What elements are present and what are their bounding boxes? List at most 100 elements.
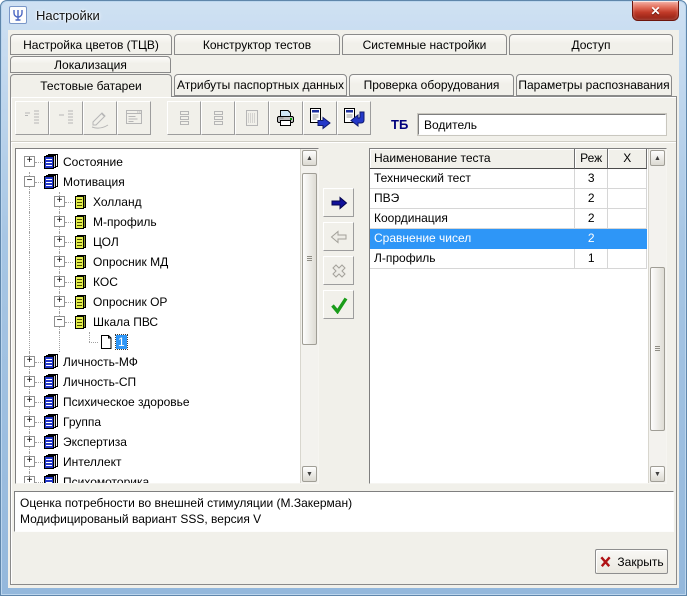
confirm-button[interactable]	[323, 290, 354, 319]
table-row[interactable]: Координация2	[370, 209, 647, 229]
expand-toggle-icon[interactable]: +	[24, 416, 35, 427]
tree-item-label[interactable]: Мотивация	[61, 175, 127, 189]
table-row[interactable]: Л-профиль1	[370, 249, 647, 269]
tree-item-label[interactable]: Интеллект	[61, 455, 123, 469]
tree-item[interactable]: + Личность-СП	[16, 372, 299, 392]
column-header[interactable]: Реж	[575, 149, 609, 169]
tree-item[interactable]: + Экспертиза	[16, 432, 299, 452]
tree-item-label[interactable]: Психическое здоровье	[61, 395, 192, 409]
scroll-down-icon[interactable]: ▼	[302, 466, 317, 482]
expand-toggle-icon[interactable]: +	[54, 216, 65, 227]
tab[interactable]: Проверка оборудования	[349, 74, 514, 96]
tree-item[interactable]: + Опросник ОР	[16, 292, 299, 312]
tab-active[interactable]: Тестовые батареи	[10, 74, 172, 97]
tree-item[interactable]: − Шкала ПВС	[16, 312, 299, 332]
tree-item[interactable]: + Опросник МД	[16, 252, 299, 272]
tab[interactable]: Настройка цветов (ТЦВ)	[10, 34, 172, 55]
tab[interactable]: Атрибуты паспортных данных	[174, 74, 347, 96]
expand-toggle-icon[interactable]: +	[24, 396, 35, 407]
title-bar: Настройки ✕	[0, 0, 687, 30]
tree-guide-line	[29, 312, 30, 332]
tree-item-label[interactable]: Группа	[61, 415, 103, 429]
tree-guide-line	[59, 332, 60, 352]
tree-item[interactable]: + КОС	[16, 272, 299, 292]
expand-toggle-icon[interactable]: +	[54, 296, 65, 307]
move-right-button[interactable]	[323, 188, 354, 217]
battery-icon	[73, 314, 89, 330]
tree-item-label[interactable]: М-профиль	[91, 215, 159, 229]
collapse-toggle-icon[interactable]: −	[24, 176, 35, 187]
tab[interactable]: Доступ	[509, 34, 673, 55]
expand-toggle-icon[interactable]: +	[54, 276, 65, 287]
window-close-button[interactable]: ✕	[632, 1, 679, 21]
expand-toggle-icon[interactable]: +	[24, 456, 35, 467]
settings-window: Настройки ✕ Настройка цветов (ТЦВ)Констр…	[0, 0, 687, 596]
window-title: Настройки	[36, 8, 100, 23]
tree-item-label[interactable]: Психомоторика	[61, 475, 151, 484]
tree-guide-line	[89, 342, 98, 343]
tree-guide-line	[29, 332, 30, 352]
tree-item[interactable]: − Мотивация	[16, 172, 299, 192]
scroll-up-icon[interactable]: ▲	[650, 150, 665, 166]
scroll-up-icon[interactable]: ▲	[302, 150, 317, 166]
tree-item-label[interactable]: Шкала ПВС	[91, 315, 160, 329]
tree-item-label[interactable]: Холланд	[91, 195, 144, 209]
expand-toggle-icon[interactable]: +	[54, 236, 65, 247]
expand-toggle-icon[interactable]: +	[24, 376, 35, 387]
expand-toggle-icon[interactable]: +	[24, 476, 35, 484]
tree-item-label[interactable]: Состояние	[61, 155, 125, 169]
tree-item-label[interactable]: Опросник ОР	[91, 295, 169, 309]
tab[interactable]: Конструктор тестов	[174, 34, 340, 55]
tree-item-label[interactable]: Экспертиза	[61, 435, 129, 449]
tree-scrollbar[interactable]: ▲▼	[300, 149, 318, 483]
expand-toggle-icon[interactable]: +	[24, 436, 35, 447]
tree-guide-line	[65, 202, 73, 203]
tree-item-label[interactable]: Личность-СП	[61, 375, 138, 389]
tab-row-2: Локализация	[10, 56, 171, 73]
table-scrollbar[interactable]: ▲▼	[648, 149, 666, 483]
tree-guide-line	[35, 422, 43, 423]
tree-item[interactable]: + Интеллект	[16, 452, 299, 472]
tree-item[interactable]: + Группа	[16, 412, 299, 432]
tab[interactable]: Системные настройки	[342, 34, 507, 55]
tree-guide-line	[35, 182, 43, 183]
tree-item[interactable]: + Личность-МФ	[16, 352, 299, 372]
tree-item-label[interactable]: КОС	[91, 275, 120, 289]
tree-item[interactable]: + Психомоторика	[16, 472, 299, 484]
expand-toggle-icon[interactable]: +	[24, 156, 35, 167]
tree-item[interactable]: 1	[16, 332, 299, 352]
export-button[interactable]	[303, 101, 337, 135]
print-button[interactable]	[269, 101, 303, 135]
close-button[interactable]: Закрыть	[595, 549, 668, 574]
tab[interactable]: Локализация	[10, 56, 171, 73]
tree-item[interactable]: + М-профиль	[16, 212, 299, 232]
tree-item[interactable]: + Холланд	[16, 192, 299, 212]
tree-item[interactable]: + ЦОЛ	[16, 232, 299, 252]
scrollbar-thumb[interactable]	[302, 173, 317, 345]
tree-guide-line	[89, 332, 90, 342]
table-row[interactable]: Технический тест3	[370, 169, 647, 189]
grid-icon	[241, 107, 263, 129]
scrollbar-thumb[interactable]	[650, 267, 665, 431]
expand-toggle-icon[interactable]: +	[24, 356, 35, 367]
table-row-selected[interactable]: Сравнение чисел2	[370, 229, 647, 249]
tree-item-label[interactable]: Личность-МФ	[61, 355, 140, 369]
tree-item-label[interactable]: Опросник МД	[91, 255, 170, 269]
tree-item-label[interactable]: ЦОЛ	[91, 235, 121, 249]
column-header[interactable]: X	[608, 149, 647, 169]
table-row[interactable]: ПВЭ2	[370, 189, 647, 209]
close-button-label: Закрыть	[617, 555, 663, 569]
expand-toggle-icon[interactable]: +	[54, 256, 65, 267]
tab[interactable]: Параметры распознавания	[516, 74, 672, 96]
battery-name-input[interactable]	[418, 114, 666, 135]
tree-item[interactable]: + Психическое здоровье	[16, 392, 299, 412]
column-header[interactable]: Наименование теста	[370, 149, 575, 169]
list-icon	[173, 107, 195, 129]
tree-item[interactable]: + Состояние	[16, 152, 299, 172]
collapse-toggle-icon[interactable]: −	[54, 316, 65, 327]
tree-item-label-selected[interactable]: 1	[116, 335, 127, 349]
expand-toggle-icon[interactable]: +	[54, 196, 65, 207]
scroll-down-icon[interactable]: ▼	[650, 466, 665, 482]
battery-group-icon	[43, 414, 59, 430]
import-button[interactable]	[337, 101, 371, 135]
